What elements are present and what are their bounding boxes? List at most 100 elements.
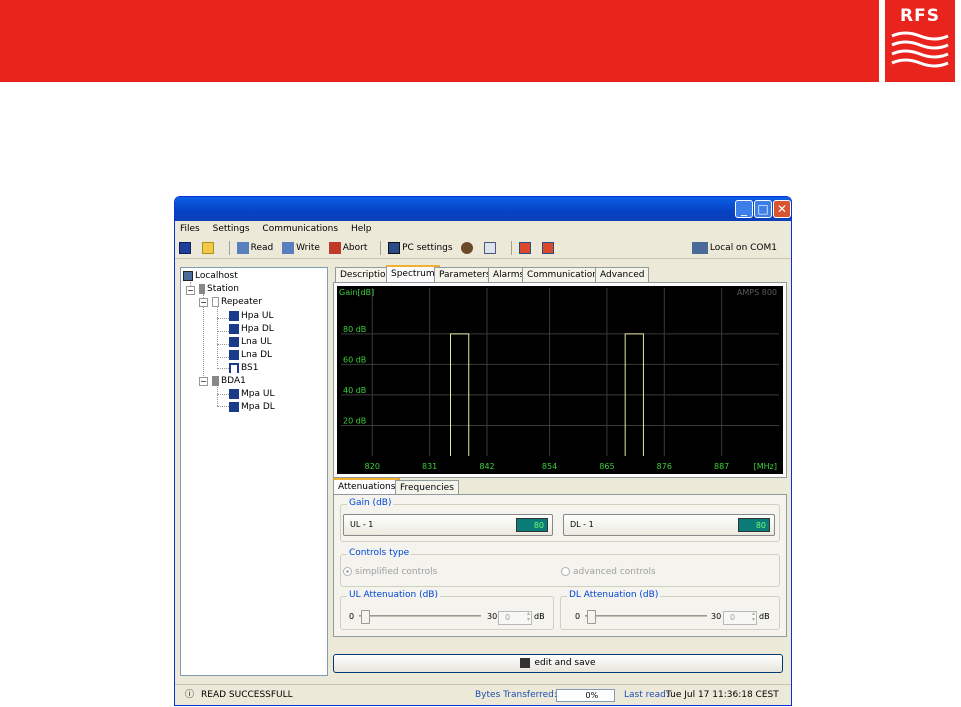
app-window: _ □ ✕ Files Settings Communications Help… xyxy=(174,196,792,706)
ul-attenuation-input[interactable]: 0 xyxy=(498,611,532,625)
floppy-icon xyxy=(520,657,531,668)
abort-icon xyxy=(328,241,341,254)
y-tick-label: 60 dB xyxy=(343,355,366,364)
x-axis-label: [MHz] xyxy=(754,462,777,471)
bda-icon xyxy=(212,375,219,386)
tree-label: Mpa DL xyxy=(241,402,275,412)
advanced-controls-radio[interactable]: advanced controls xyxy=(561,567,656,577)
spectrum-chart: 820 831 842 854 865 876 887 20 dB 40 dB 60 dB 80 d… xyxy=(337,286,783,474)
dl-gain-value: 80 xyxy=(738,518,770,532)
dl-unit-label: dB xyxy=(759,612,770,621)
y-tick-label: 80 dB xyxy=(343,325,366,334)
menu-communications[interactable]: Communications xyxy=(262,224,338,234)
last-read-label: Last read: xyxy=(624,690,669,700)
edit-and-save-button[interactable]: edit and save xyxy=(333,654,783,673)
tree-item-hpa-ul[interactable]: Hpa UL xyxy=(229,310,273,322)
tree-item-mpa-ul[interactable]: Mpa UL xyxy=(229,388,274,400)
save-label: edit and save xyxy=(534,658,596,668)
tab-advanced[interactable]: Advanced xyxy=(595,267,650,282)
gain-group: Gain (dB) UL - 1 80 DL - 1 80 xyxy=(340,498,780,542)
minimize-button[interactable]: _ xyxy=(735,200,753,218)
ul-gain-button[interactable]: UL - 1 80 xyxy=(343,514,553,536)
tree-item-station[interactable]: Station xyxy=(199,283,239,295)
amplifier-icon xyxy=(229,336,239,347)
connection-status[interactable]: Local on COM1 xyxy=(691,237,777,259)
bytes-progress: 0% xyxy=(556,689,615,702)
ul-attenuation-title: UL Attenuation (dB) xyxy=(347,590,440,600)
amplifier-icon xyxy=(229,349,239,360)
floppy-icon xyxy=(179,241,191,254)
maximize-button[interactable]: □ xyxy=(754,200,772,218)
dl-min-label: 0 xyxy=(575,612,581,621)
spectrum-panel: 820 831 842 854 865 876 887 20 dB 40 dB 60 dB 80 d… xyxy=(333,282,787,478)
dl-gain-button[interactable]: DL - 1 80 xyxy=(563,514,775,536)
tree-item-lna-dl[interactable]: Lna DL xyxy=(229,349,272,361)
tree-item-mpa-dl[interactable]: Mpa DL xyxy=(229,401,275,413)
status-bar: ⓘ READ SUCCESSFULL Bytes Transferred: 0%… xyxy=(175,684,791,705)
write-button[interactable]: Write xyxy=(282,237,320,259)
simplified-controls-radio[interactable]: simplified controls xyxy=(343,567,437,577)
toolbar-separator xyxy=(380,240,382,255)
tree-item-lna-ul[interactable]: Lna UL xyxy=(229,336,272,348)
ul-gain-value: 80 xyxy=(516,518,548,532)
x-tick-label: 876 xyxy=(657,462,672,471)
attenuations-panel: Gain (dB) UL - 1 80 DL - 1 80 Controls t… xyxy=(333,494,787,637)
dl-gain-label: DL - 1 xyxy=(570,520,594,529)
abort-button[interactable]: Abort xyxy=(328,237,367,259)
bytes-value: 0% xyxy=(585,691,599,700)
radio-icon xyxy=(343,567,352,576)
tree-item-bda1[interactable]: BDA1 xyxy=(212,375,246,387)
tree-label: Station xyxy=(207,284,239,294)
dl-attenuation-title: DL Attenuation (dB) xyxy=(567,590,661,600)
repeater-icon xyxy=(212,296,219,307)
tree-item-repeater[interactable]: Repeater xyxy=(212,296,262,308)
save-toolbar-button[interactable] xyxy=(179,237,193,259)
collapse-icon[interactable]: − xyxy=(186,286,195,295)
tree-label: Lna UL xyxy=(241,337,272,347)
controls-type-group: Controls type simplified controls advanc… xyxy=(340,548,780,587)
title-bar: _ □ ✕ xyxy=(175,197,791,221)
dl-slider-track xyxy=(585,615,707,617)
y-tick-label: 40 dB xyxy=(343,386,366,395)
x-tick-label: 842 xyxy=(479,462,494,471)
tab-attenuations[interactable]: Attenuations xyxy=(333,478,401,494)
users-button[interactable] xyxy=(461,237,475,259)
last-read-value: Tue Jul 17 11:36:18 CEST 2007 xyxy=(666,690,779,700)
tree-label: Lna DL xyxy=(241,350,273,360)
menu-help[interactable]: Help xyxy=(351,224,372,234)
read-button[interactable]: Read xyxy=(236,237,274,259)
menu-settings[interactable]: Settings xyxy=(213,224,250,234)
tree-label: Mpa UL xyxy=(241,389,275,399)
write-label: Write xyxy=(296,243,320,253)
dl-max-label: 30 xyxy=(711,612,722,621)
export-button[interactable] xyxy=(519,237,533,259)
simplified-label: simplified controls xyxy=(355,567,438,577)
collapse-icon[interactable]: − xyxy=(199,298,208,307)
collapse-icon[interactable]: − xyxy=(199,377,208,386)
amplifier-icon xyxy=(229,323,239,334)
amplifier-icon xyxy=(229,388,239,399)
tab-parameters[interactable]: Parameters xyxy=(434,267,496,282)
terminal-button[interactable] xyxy=(484,237,498,259)
ul-gain-label: UL - 1 xyxy=(350,520,374,529)
bytes-label: Bytes Transferred: xyxy=(475,690,557,700)
users-icon xyxy=(461,241,474,254)
export-icon xyxy=(519,241,532,254)
close-button[interactable]: ✕ xyxy=(773,200,791,218)
pc-settings-button[interactable]: PC settings xyxy=(388,237,453,259)
ul-slider-thumb[interactable] xyxy=(361,610,370,624)
tree-item-bs1[interactable]: BS1 xyxy=(229,362,258,374)
dl-slider-thumb[interactable] xyxy=(587,610,596,624)
tab-spectrum[interactable]: Spectrum xyxy=(386,265,440,282)
open-toolbar-button[interactable] xyxy=(201,237,216,259)
subtab-strip: Attenuations Frequencies xyxy=(333,478,787,494)
tree-item-localhost[interactable]: Localhost xyxy=(183,270,238,282)
import-button[interactable] xyxy=(541,237,556,259)
write-icon xyxy=(282,241,295,254)
dl-attenuation-input[interactable]: 0 xyxy=(723,611,757,625)
read-label: Read xyxy=(250,243,274,253)
device-tree: Localhost − Station − Repeater Hpa UL Hp… xyxy=(180,267,328,676)
menu-files[interactable]: Files xyxy=(180,224,200,234)
tree-item-hpa-dl[interactable]: Hpa DL xyxy=(229,323,274,335)
tab-frequencies[interactable]: Frequencies xyxy=(395,480,459,494)
